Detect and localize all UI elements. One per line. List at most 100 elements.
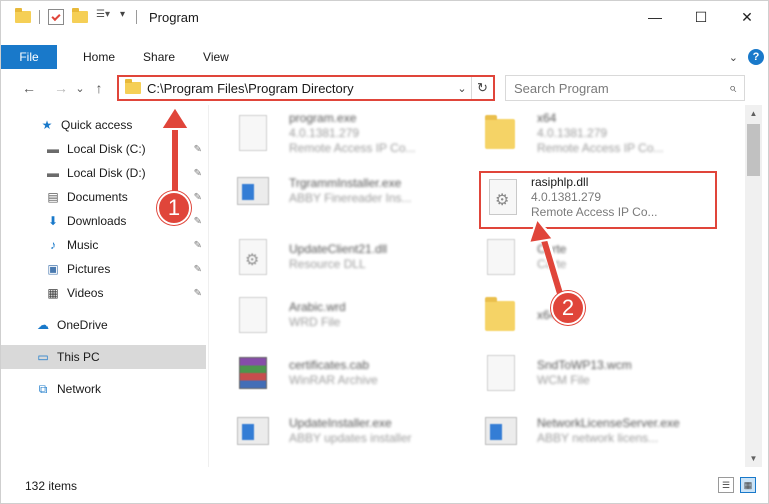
document-icon bbox=[483, 353, 519, 393]
address-path[interactable]: C:\Program Files\Program Directory bbox=[147, 81, 453, 96]
sidebar-item-label: Documents bbox=[67, 190, 128, 204]
tab-share[interactable]: Share bbox=[129, 45, 189, 69]
file-name: program.exe bbox=[289, 110, 357, 125]
tab-view[interactable]: View bbox=[189, 45, 243, 69]
recent-locations-button[interactable]: ⌄ bbox=[73, 76, 87, 100]
close-button[interactable]: ✕ bbox=[724, 1, 769, 33]
file-version: 4.0.1381.279 bbox=[537, 125, 608, 140]
tab-home[interactable]: Home bbox=[57, 45, 129, 69]
file-highlight bbox=[479, 171, 717, 229]
sidebar-item-label: Local Disk (C:) bbox=[67, 142, 146, 156]
sidebar-item-label: Local Disk (D:) bbox=[67, 166, 146, 180]
address-dropdown-icon[interactable]: ⌄ bbox=[453, 82, 471, 95]
file-description: Carte bbox=[537, 257, 567, 271]
documents-icon: ▤ bbox=[47, 190, 59, 204]
file-name: Arabic.wrd bbox=[289, 300, 346, 314]
new-folder-icon[interactable] bbox=[72, 8, 88, 25]
file-name: SndToWP13.wcm bbox=[537, 358, 632, 372]
sidebar-item-this-pc[interactable]: ▭ This PC bbox=[1, 345, 206, 369]
folder-icon bbox=[483, 113, 519, 153]
pane-divider[interactable] bbox=[208, 105, 209, 467]
tab-file[interactable]: File bbox=[1, 45, 57, 69]
maximize-button[interactable]: ☐ bbox=[678, 1, 724, 33]
window-controls: — ☐ ✕ bbox=[632, 1, 769, 33]
details-view-icon[interactable]: ☰ bbox=[718, 477, 734, 493]
file-description: Remote Access IP Co... bbox=[537, 140, 664, 155]
sidebar-item-local-disk-c[interactable]: ▬ Local Disk (C:) ✎ bbox=[1, 137, 206, 161]
folder-icon bbox=[15, 8, 31, 25]
pin-icon: ✎ bbox=[193, 239, 202, 251]
file-item[interactable]: certificates.cab WinRAR Archive bbox=[213, 349, 463, 397]
file-name: TrgrammInstaller.exe bbox=[289, 176, 402, 190]
step-1-badge: 1 bbox=[157, 191, 191, 225]
drive-icon: ▬ bbox=[47, 142, 59, 156]
sidebar-item-videos[interactable]: ▦ Videos ✎ bbox=[1, 281, 206, 305]
document-icon bbox=[235, 113, 271, 153]
sidebar-item-music[interactable]: ♪ Music ✎ bbox=[1, 233, 206, 257]
sidebar-item-local-disk-d[interactable]: ▬ Local Disk (D:) ✎ bbox=[1, 161, 206, 185]
file-version: 4.0.1381.279 bbox=[289, 125, 360, 140]
expand-ribbon-icon[interactable]: ⌄ bbox=[729, 51, 738, 64]
scroll-thumb[interactable] bbox=[747, 124, 760, 176]
navigation-bar: ← → ⌄ ↑ C:\Program Files\Program Directo… bbox=[1, 73, 769, 103]
computer-icon: ▭ bbox=[37, 350, 49, 364]
tiles-view-icon[interactable]: ▦ bbox=[740, 477, 756, 493]
properties-icon[interactable] bbox=[48, 9, 64, 25]
sidebar-item-label: Quick access bbox=[61, 118, 133, 132]
drive-icon: ▬ bbox=[47, 166, 59, 180]
file-name: UpdateClient21.dll bbox=[289, 242, 388, 256]
file-item[interactable]: UpdateInstaller.exe ABBY updates install… bbox=[213, 407, 463, 455]
address-bar[interactable]: C:\Program Files\Program Directory ⌄ ↻ bbox=[117, 75, 495, 101]
file-item[interactable]: Carte Carte bbox=[461, 233, 711, 281]
file-item[interactable]: program.exe 4.0.1381.279 Remote Access I… bbox=[213, 109, 463, 157]
file-item[interactable]: SndToWP13.wcm WCM File bbox=[461, 349, 711, 397]
vertical-scrollbar[interactable]: ▲ ▼ bbox=[745, 105, 762, 467]
ribbon-tabs: File Home Share View ⌄ ? bbox=[1, 45, 769, 69]
search-box[interactable]: ⌕ bbox=[505, 75, 745, 101]
title-bar: ☰▾ ▾ Program — ☐ ✕ bbox=[1, 1, 769, 33]
pin-icon: ✎ bbox=[193, 191, 202, 203]
file-description: Remote Access IP Co... bbox=[289, 140, 416, 155]
sidebar-item-label: Music bbox=[67, 238, 99, 252]
help-icon[interactable]: ? bbox=[748, 49, 764, 65]
sidebar-item-onedrive[interactable]: ☁ OneDrive bbox=[1, 313, 206, 337]
search-input[interactable] bbox=[514, 80, 729, 96]
download-icon: ⬇ bbox=[47, 214, 59, 228]
forward-button[interactable]: → bbox=[49, 76, 73, 100]
file-item[interactable]: Arabic.wrd WRD File bbox=[213, 291, 463, 339]
toolbar-dropdown-icon[interactable]: ▾ bbox=[120, 9, 130, 25]
sidebar-item-network[interactable]: ⧉ Network bbox=[1, 377, 206, 401]
refresh-icon[interactable]: ↻ bbox=[471, 77, 493, 99]
file-item[interactable]: TrgrammInstaller.exe ABBY Finereader Ins… bbox=[213, 167, 463, 215]
pin-icon: ✎ bbox=[193, 287, 202, 299]
music-icon: ♪ bbox=[50, 238, 56, 252]
sidebar-item-quick-access[interactable]: ★ Quick access bbox=[1, 113, 206, 137]
ribbon-right-controls: ⌄ ? bbox=[729, 45, 764, 69]
sidebar-item-pictures[interactable]: ▣ Pictures ✎ bbox=[1, 257, 206, 281]
quick-access-toolbar: ☰▾ ▾ Program bbox=[1, 1, 199, 33]
scroll-down-icon[interactable]: ▼ bbox=[745, 450, 762, 467]
file-item[interactable]: x64 bbox=[461, 291, 711, 339]
star-icon: ★ bbox=[41, 118, 53, 132]
archive-icon bbox=[235, 353, 271, 393]
file-name: x64 bbox=[537, 110, 557, 125]
search-icon[interactable]: ⌕ bbox=[729, 80, 736, 96]
application-icon bbox=[235, 411, 271, 451]
minimize-button[interactable]: — bbox=[632, 1, 678, 33]
customize-toolbar-icon[interactable]: ☰▾ bbox=[96, 9, 118, 25]
file-description: WCM File bbox=[537, 373, 590, 387]
up-button[interactable]: ↑ bbox=[87, 76, 111, 100]
folder-icon bbox=[125, 79, 141, 96]
file-item[interactable]: NetworkLicenseServer.exe ABBY network li… bbox=[461, 407, 711, 455]
pictures-icon: ▣ bbox=[47, 262, 59, 276]
application-icon bbox=[235, 171, 271, 211]
sidebar-item-label: Videos bbox=[67, 286, 104, 300]
file-description: Resource DLL bbox=[289, 257, 366, 271]
explorer-window: ☰▾ ▾ Program — ☐ ✕ File Home Share View … bbox=[0, 0, 769, 504]
pin-icon: ✎ bbox=[193, 263, 202, 275]
file-item[interactable]: x64 4.0.1381.279 Remote Access IP Co... bbox=[461, 109, 711, 157]
scroll-up-icon[interactable]: ▲ bbox=[745, 105, 762, 122]
file-item[interactable]: UpdateClient21.dll Resource DLL bbox=[213, 233, 463, 281]
back-button[interactable]: ← bbox=[17, 76, 41, 100]
status-bar: 132 items ☰ ▦ bbox=[1, 475, 769, 497]
